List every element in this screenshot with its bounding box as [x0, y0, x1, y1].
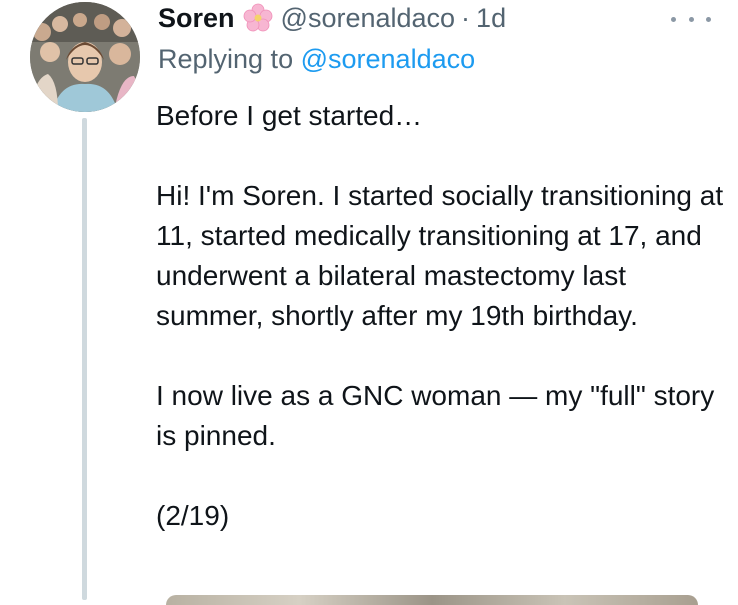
avatar[interactable] [30, 2, 140, 112]
thread-counter: (2/19) [156, 500, 230, 531]
author-handle[interactable]: @sorenaldaco [281, 3, 456, 34]
timestamp[interactable]: 1d [476, 3, 506, 34]
tweet-text-paragraph-3: I now live as a GNC woman — my "full" st… [156, 380, 715, 451]
avatar-photo [30, 2, 140, 112]
media-attachment[interactable] [166, 595, 698, 605]
tweet-text-line-1: Before I get started… [156, 100, 423, 131]
display-name[interactable]: Soren [158, 3, 235, 34]
cherry-blossom-icon [243, 3, 273, 33]
tweet-text: Before I get started… Hi! I'm Soren. I s… [156, 96, 726, 536]
replying-to: Replying to @sorenaldaco [158, 44, 475, 75]
tweet-text-paragraph-2: Hi! I'm Soren. I started socially transi… [156, 180, 724, 331]
replying-to-label: Replying to [158, 44, 294, 74]
thread-connector-line [82, 118, 87, 600]
tweet-header: Soren @sorenaldaco · 1d [158, 0, 506, 36]
replying-to-handle[interactable]: @sorenaldaco [301, 44, 476, 74]
separator-dot: · [461, 2, 471, 33]
more-options-icon[interactable] [671, 12, 711, 26]
